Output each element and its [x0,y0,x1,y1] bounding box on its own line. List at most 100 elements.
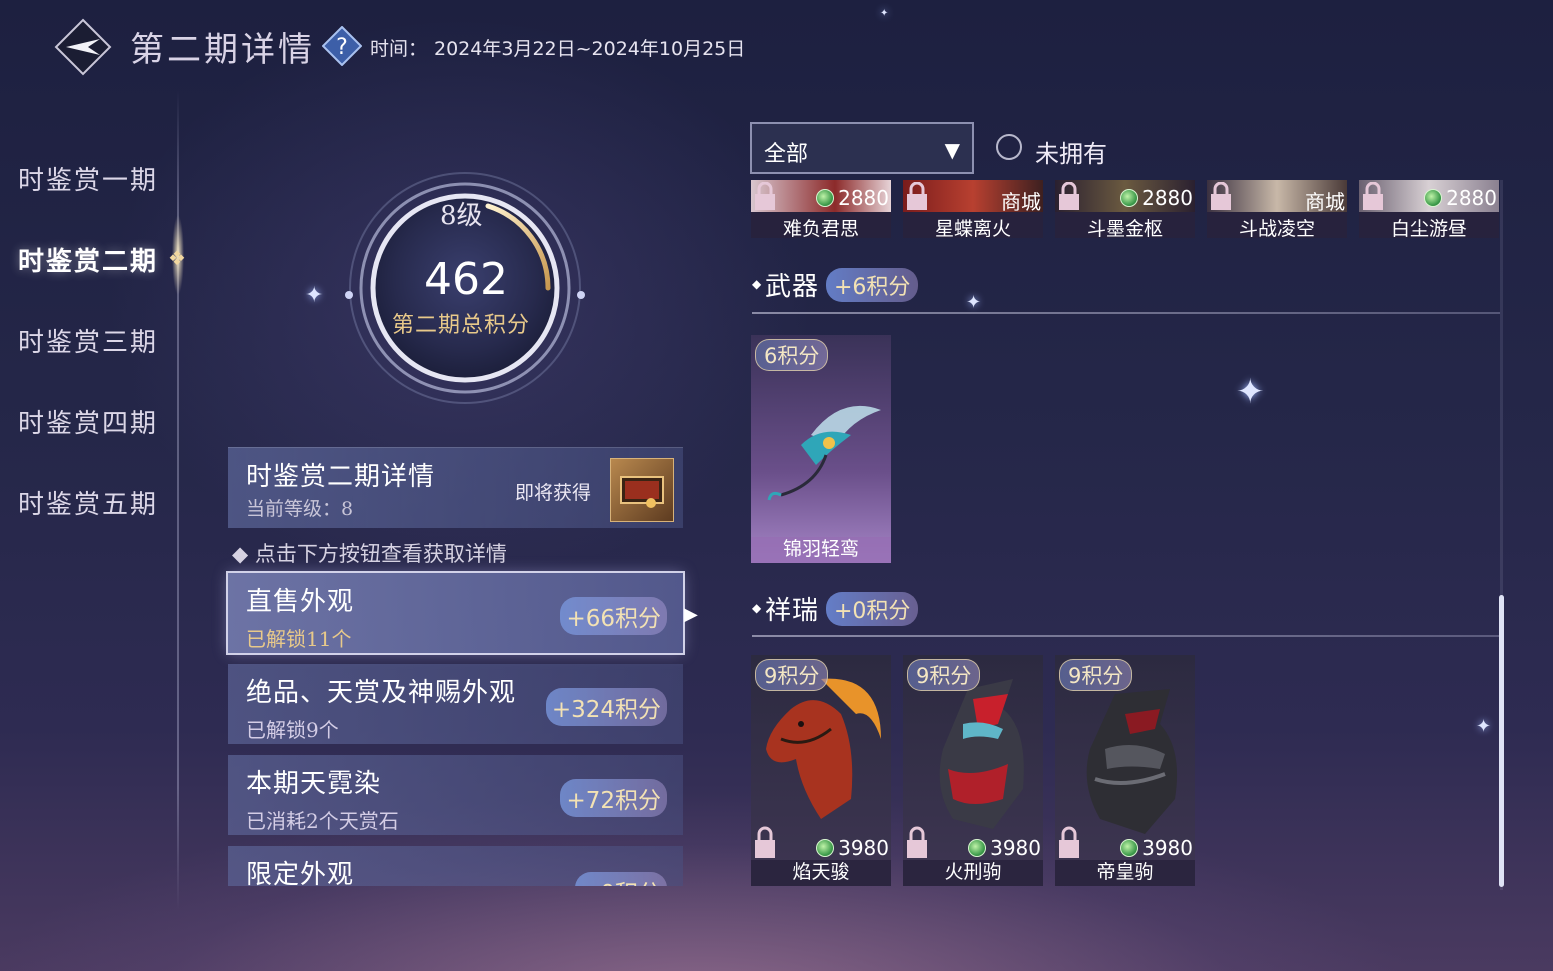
category-title: 本期天霓染 [246,769,382,799]
item-price: 2880 [1424,186,1497,210]
category-points: +0积分 [575,872,667,886]
item-price: 2880 [816,186,889,210]
category-title: 限定外观 [246,860,355,886]
category-direct-sale[interactable]: 直售外观 已解锁11个 +66积分 [226,571,685,655]
jade-coin-icon [1424,189,1443,207]
not-owned-label[interactable]: 未拥有 [1035,134,1107,169]
category-points: +324积分 [545,688,667,726]
item-name: 白尘游昼 [1390,218,1467,238]
item-name: 锦羽轻鸾 [782,538,859,560]
mount-item-card[interactable]: 9积分 3980 帝皇驹 [1055,655,1195,886]
lock-icon [907,182,927,210]
shop-tag: 商城 [1305,190,1345,214]
category-subtitle: 已消耗2个天赏石 [246,809,399,833]
lock-icon [907,826,927,858]
mount-item-card[interactable]: 9积分 3980 火刑驹 [903,655,1043,886]
jade-coin-icon [1120,189,1139,207]
category-points: +72积分 [560,779,667,817]
sidebar-item-period-3[interactable]: 时鉴赏三期 [18,322,158,359]
total-score-label: 第二期总积分 [392,313,531,338]
jade-coin-icon [816,189,835,207]
period-label: 时间： [370,38,428,60]
category-premium-appearance[interactable]: 绝品、天赏及神赐外观 已解锁9个 +324积分 [228,664,683,744]
item-name: 帝皇驹 [1096,861,1154,883]
filter-selected: 全部 [764,142,809,167]
item-points: 6积分 [755,339,829,371]
item-points: 9积分 [755,659,829,691]
period-value: 2024年3月22日~2024年10月25日 [434,38,746,60]
sparkle-decoration: ✦ [1476,716,1492,737]
chest-icon [620,476,664,508]
item-points: 9积分 [1059,659,1133,691]
current-level: 当前等级：8 [246,498,354,520]
sparkle-decoration: ✦ [305,283,324,308]
jade-coin-icon [1120,839,1139,857]
fan-weapon-icon [767,405,881,501]
item-name: 星蝶离火 [934,218,1011,238]
section-points-weapon: +6积分 [826,268,919,302]
strip-item[interactable]: 2880 难负君思 [751,180,891,238]
item-name: 斗墨金枢 [1086,218,1163,238]
jade-coin-icon [968,839,987,857]
lock-icon [1059,826,1079,858]
item-price: 2880 [1120,186,1193,210]
active-category-arrow-icon: ▶ [684,604,698,625]
total-score: 462 [424,254,508,305]
strip-item[interactable]: 商城 斗战凌空 [1207,180,1347,238]
strip-item[interactable]: 2880 白尘游昼 [1359,180,1499,238]
dark-horse-icon [1086,689,1178,834]
sparkle-decoration: ✦ [966,292,982,313]
weapon-item-card[interactable]: 6积分 锦羽轻鸾 [751,335,891,563]
sidebar-item-period-5[interactable]: 时鉴赏五期 [18,484,158,521]
lock-icon [1059,182,1079,210]
sparkle-decoration: ✦ [1236,372,1265,412]
armored-horse-icon [939,679,1024,829]
item-name: 斗战凌空 [1238,218,1315,238]
mount-item-card[interactable]: 9积分 3980 焰天骏 [751,655,891,886]
category-dye[interactable]: 本期天霓染 已消耗2个天赏石 +72积分 [228,755,683,835]
section-points-mount: +0积分 [826,592,919,626]
not-owned-radio[interactable] [996,134,1022,160]
active-marker-icon: ❖ [168,246,186,270]
svg-text:?: ? [336,35,348,60]
lock-icon [1211,182,1231,210]
hint-label: 点击下方按钮查看获取详情 [254,542,507,566]
dropdown-arrow-icon: ▼ [944,138,960,162]
category-title: 绝品、天赏及神赐外观 [246,678,517,708]
lock-icon [1363,182,1383,210]
hint-text: ◆ 点击下方按钮查看获取详情 [232,542,507,566]
reward-thumbnail[interactable] [610,458,674,522]
item-name: 焰天骏 [792,861,850,883]
soon-label: 即将获得 [515,482,592,504]
scrollbar-thumb[interactable] [1499,595,1504,887]
help-icon[interactable]: ? [321,25,363,67]
section-title-weapon: 武器 [765,272,820,302]
period-detail-card[interactable]: 时鉴赏二期详情 当前等级：8 即将获得 [228,447,683,528]
sidebar-item-period-1[interactable]: 时鉴赏一期 [18,160,158,197]
back-arrow-icon [54,18,112,76]
item-name: 火刑驹 [944,861,1002,883]
level-text: 8级 [440,201,483,231]
category-limited[interactable]: 限定外观 +0积分 [228,846,683,886]
category-title: 直售外观 [246,587,355,617]
jade-coin-icon [816,839,835,857]
category-points: +66积分 [560,597,667,635]
category-subtitle: 已解锁9个 [246,718,339,742]
filter-dropdown[interactable]: 全部 ▼ [750,122,974,174]
section-divider [752,635,1500,637]
horse-mount-icon [766,678,881,819]
back-button[interactable] [54,18,112,76]
sidebar-item-period-2[interactable]: 时鉴赏二期 [18,241,158,278]
strip-item[interactable]: 2880 斗墨金枢 [1055,180,1195,238]
item-name: 难负君思 [782,218,859,238]
section-divider [752,312,1500,314]
page-title: 第二期详情 [130,30,315,70]
detail-title: 时鉴赏二期详情 [246,462,436,492]
section-title-mount: 祥瑞 [765,596,820,626]
section-bullet-icon: ◆ [752,277,762,291]
sidebar-item-period-4[interactable]: 时鉴赏四期 [18,403,158,440]
strip-item[interactable]: 商城 星蝶离火 [903,180,1043,238]
lock-icon [755,826,775,858]
lock-icon [755,182,775,210]
section-bullet-icon: ◆ [752,601,762,615]
